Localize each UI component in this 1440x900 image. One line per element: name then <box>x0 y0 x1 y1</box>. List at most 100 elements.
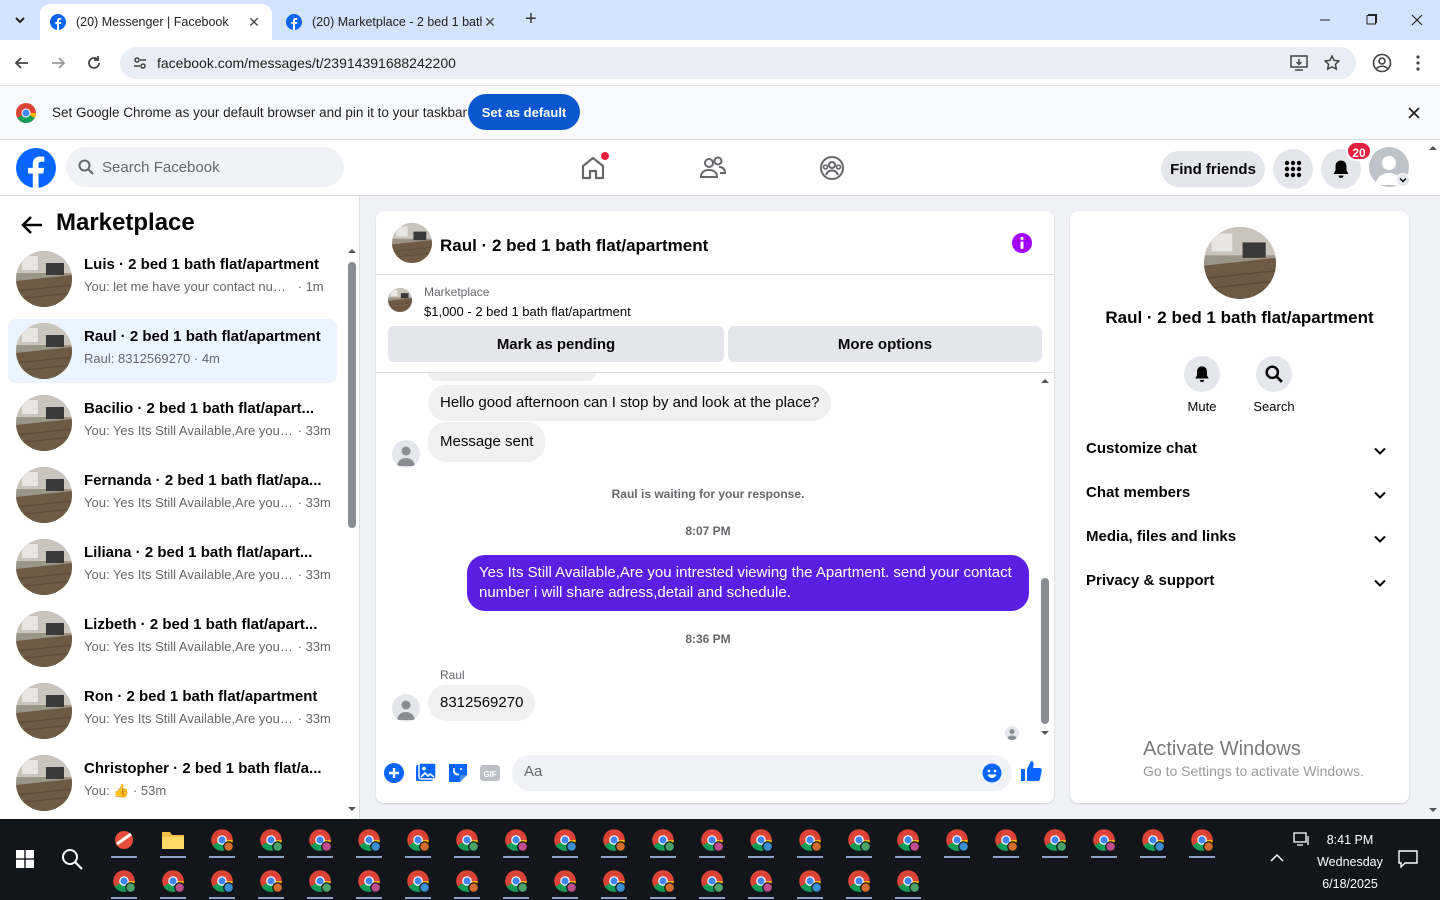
section-media-files-links[interactable]: Media, files and links <box>1086 528 1397 552</box>
network-icon[interactable] <box>1293 832 1311 846</box>
page-scroll-down-icon[interactable] <box>1428 806 1438 814</box>
find-friends-button[interactable]: Find friends <box>1161 151 1265 187</box>
groups-nav-icon[interactable] <box>816 152 848 184</box>
chrome-window-icon[interactable] <box>1036 821 1074 859</box>
more-actions-plus-icon[interactable] <box>382 761 406 785</box>
attach-photo-icon[interactable] <box>414 761 438 785</box>
chrome-window-icon[interactable] <box>448 862 486 900</box>
conversation-info-icon[interactable] <box>1012 233 1032 253</box>
message-input-box[interactable] <box>512 755 1012 791</box>
chrome-window-icon[interactable] <box>154 862 192 900</box>
omnibox[interactable]: facebook.com/messages/t/2391439168824220… <box>120 47 1356 79</box>
chrome-window-icon[interactable] <box>350 862 388 900</box>
chrome-window-icon[interactable] <box>889 862 927 900</box>
chrome-window-icon[interactable] <box>791 821 829 859</box>
taskbar-clock[interactable]: 8:41 PM Wednesday 6/18/2025 <box>1310 829 1390 895</box>
chrome-window-icon[interactable] <box>1134 821 1172 859</box>
chrome-window-icon[interactable] <box>252 862 290 900</box>
chrome-window-icon[interactable] <box>546 862 584 900</box>
profile-avatar-large[interactable] <box>1204 227 1276 299</box>
chrome-window-icon[interactable] <box>840 862 878 900</box>
install-app-icon[interactable] <box>1290 55 1308 71</box>
windows-start-icon[interactable] <box>6 840 44 878</box>
bookmark-star-icon[interactable] <box>1324 55 1340 71</box>
chrome-window-icon[interactable] <box>301 821 339 859</box>
conversation-item[interactable]: Liliana · 2 bed 1 bath flat/apart... You:… <box>8 535 337 599</box>
scroll-up-icon[interactable] <box>347 247 357 255</box>
chrome-window-icon[interactable] <box>105 862 143 900</box>
menu-grid-icon[interactable] <box>1273 149 1313 189</box>
conversation-item[interactable]: Fernanda · 2 bed 1 bath flat/apa... You: … <box>8 463 337 527</box>
back-icon[interactable] <box>8 49 36 77</box>
tab-close-icon[interactable]: ✕ <box>246 14 262 31</box>
reload-icon[interactable] <box>80 49 108 77</box>
tab-marketplace[interactable]: (20) Marketplace - 2 bed 1 bath ✕ <box>276 4 508 40</box>
chrome-window-icon[interactable] <box>987 821 1025 859</box>
chrome-window-icon[interactable] <box>693 862 731 900</box>
message-input[interactable] <box>524 763 964 780</box>
chat-title[interactable]: Raul · 2 bed 1 bath flat/apartment <box>440 236 708 256</box>
chrome-window-icon[interactable] <box>497 821 535 859</box>
sticker-icon[interactable] <box>446 761 470 785</box>
search-in-conversation-action[interactable]: Search <box>1238 356 1310 414</box>
section-customize-chat[interactable]: Customize chat <box>1086 440 1397 464</box>
message-bubble-incoming[interactable]: Message sent <box>428 422 546 462</box>
facebook-search[interactable] <box>66 147 344 187</box>
conversation-item[interactable]: Bacilio · 2 bed 1 bath flat/apart... You:… <box>8 391 337 455</box>
mark-as-pending-button[interactable]: Mark as pending <box>388 326 724 362</box>
conversation-item[interactable]: Lizbeth · 2 bed 1 bath flat/apart... You:… <box>8 607 337 671</box>
chrome-menu-icon[interactable] <box>1404 49 1432 77</box>
section-chat-members[interactable]: Chat members <box>1086 484 1397 508</box>
scroll-up-icon[interactable] <box>1040 377 1050 385</box>
maximize-icon[interactable] <box>1348 0 1394 40</box>
message-bubble-incoming[interactable]: 8312569270 <box>428 685 536 721</box>
close-window-icon[interactable] <box>1394 0 1440 40</box>
chrome-window-icon[interactable] <box>546 821 584 859</box>
profile-icon[interactable] <box>1368 49 1396 77</box>
chrome-window-icon[interactable] <box>742 821 780 859</box>
close-banner-icon[interactable] <box>1408 107 1420 119</box>
conversation-item[interactable]: Christopher · 2 bed 1 bath flat/a... You:… <box>8 751 337 815</box>
gif-icon[interactable]: GIF <box>478 761 502 785</box>
chrome-window-icon[interactable] <box>399 821 437 859</box>
chrome-window-icon[interactable] <box>595 862 633 900</box>
search-input[interactable] <box>102 158 322 176</box>
account-chevron-down-icon[interactable] <box>1396 173 1410 187</box>
chrome-window-icon[interactable] <box>1183 821 1221 859</box>
chrome-window-icon[interactable] <box>595 821 633 859</box>
scroll-down-icon[interactable] <box>1040 729 1050 737</box>
chrome-window-icon[interactable] <box>350 821 388 859</box>
chrome-window-icon[interactable] <box>693 821 731 859</box>
chrome-window-icon[interactable] <box>742 862 780 900</box>
chrome-window-icon[interactable] <box>497 862 535 900</box>
facebook-logo-icon[interactable] <box>16 148 56 188</box>
scroll-down-icon[interactable] <box>347 805 357 813</box>
file-explorer-icon[interactable] <box>154 821 192 859</box>
friends-nav-icon[interactable] <box>697 152 729 184</box>
chrome-window-icon[interactable] <box>791 862 829 900</box>
chrome-window-icon[interactable] <box>644 821 682 859</box>
chrome-window-icon[interactable] <box>938 821 976 859</box>
new-tab-icon[interactable]: + <box>520 8 542 30</box>
notification-center-icon[interactable] <box>1398 850 1418 868</box>
message-bubble-incoming[interactable]: Hello good afternoon can I stop by and l… <box>428 385 832 421</box>
minimize-icon[interactable] <box>1302 0 1348 40</box>
chrome-window-icon[interactable] <box>252 821 290 859</box>
show-hidden-icons-chevron-icon[interactable] <box>1270 853 1284 863</box>
like-thumbs-up-icon[interactable] <box>1019 759 1043 783</box>
conversation-item[interactable]: Luis · 2 bed 1 bath flat/apartment You: l… <box>8 247 337 311</box>
listing-thumbnail[interactable] <box>388 288 412 312</box>
home-nav-icon[interactable] <box>577 152 609 184</box>
chrome-window-icon[interactable] <box>840 821 878 859</box>
chrome-window-icon[interactable] <box>1085 821 1123 859</box>
sidebar-scrollbar[interactable] <box>348 262 356 528</box>
back-arrow-icon[interactable] <box>18 211 46 239</box>
tab-messenger[interactable]: (20) Messenger | Facebook ✕ <box>40 4 272 40</box>
conversation-item[interactable]: Raul · 2 bed 1 bath flat/apartment Raul: … <box>8 319 337 383</box>
message-bubble-outgoing[interactable]: Yes Its Still Available,Are you intreste… <box>467 555 1029 611</box>
chat-avatar[interactable] <box>392 223 432 263</box>
section-privacy-support[interactable]: Privacy & support <box>1086 572 1397 596</box>
listing-summary[interactable]: $1,000 - 2 bed 1 bath flat/apartment <box>424 304 631 319</box>
tab-search-dropdown-icon[interactable] <box>6 6 34 34</box>
chrome-window-icon[interactable] <box>399 862 437 900</box>
